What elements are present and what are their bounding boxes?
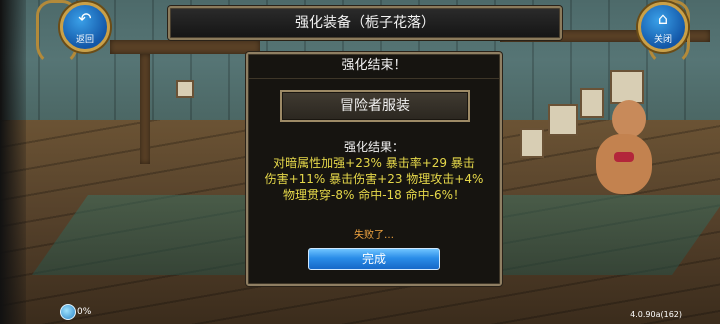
back-button[interactable]: ↶ 返回	[60, 2, 110, 52]
version-label: 4.0.90a(162)	[630, 310, 682, 319]
scene-poster	[176, 80, 194, 98]
close-button[interactable]: ⌂ 关闭	[638, 2, 688, 52]
fail-message: 失败了…	[354, 230, 394, 241]
back-button-label: 返回	[75, 35, 94, 45]
result-header: 强化结果：	[343, 140, 404, 154]
item-name-box: 冒险者服装	[280, 90, 470, 122]
back-arrow-icon: ↶	[78, 9, 92, 28]
scene-poster	[520, 128, 544, 158]
loading-globe-icon	[60, 304, 76, 320]
page-title: 强化装备（栀子花落）	[168, 6, 562, 40]
enhance-result-dialog: 强化结束！ 冒险者服装 强化结果： 对暗属性加强+23% 暴击率+29 暴击 伤…	[246, 52, 502, 286]
result-line: 对暗属性加强+23% 暴击率+29 暴击	[273, 156, 475, 170]
done-button[interactable]: 完成	[308, 248, 440, 270]
scene-beam	[110, 40, 260, 54]
result-line: 物理贯穿-8% 命中-18 命中-6%！	[283, 188, 465, 202]
scene-post	[140, 54, 150, 164]
home-icon: ⌂	[657, 9, 669, 28]
scene-poster	[548, 104, 578, 136]
dialog-title: 强化结束！	[248, 54, 500, 79]
scene-poster	[580, 88, 604, 118]
result-line: 伤害+11% 暴击伤害+23 物理攻击+4%	[264, 172, 484, 186]
gingerbread-doll-bow	[614, 152, 634, 162]
loading-progress-text: 0%	[77, 307, 92, 317]
gingerbread-doll-body	[596, 134, 652, 194]
close-button-label: 关闭	[653, 35, 672, 45]
scene-poster	[610, 70, 644, 104]
screen-edge-shadow	[0, 0, 26, 324]
gingerbread-doll-head	[612, 100, 646, 138]
